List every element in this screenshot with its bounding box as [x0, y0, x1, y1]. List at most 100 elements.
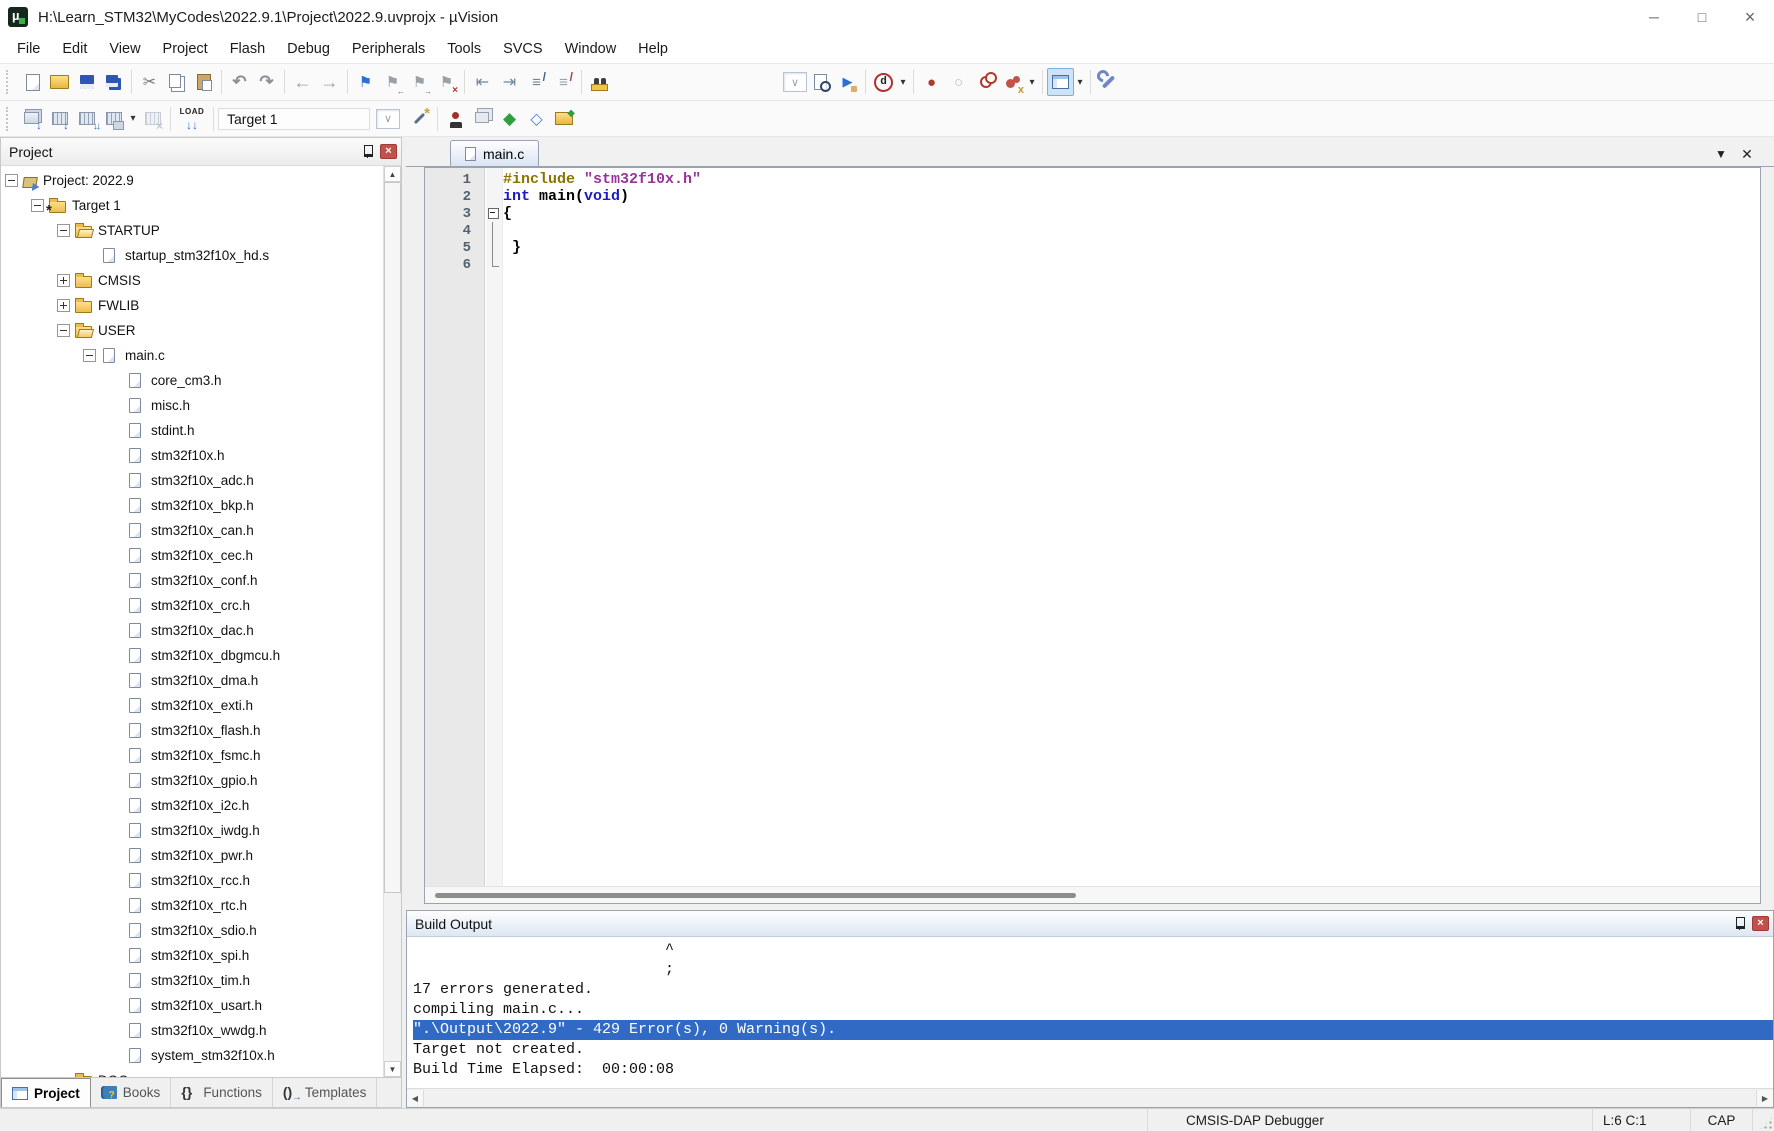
build-target-icon[interactable] [46, 105, 73, 133]
tree-item[interactable]: stm32f10x_crc.h [1, 593, 382, 618]
tree-expander[interactable] [109, 574, 122, 587]
tree-expander[interactable] [109, 1049, 122, 1062]
options-wand-icon[interactable] [406, 105, 433, 133]
new-file-icon[interactable] [19, 68, 46, 96]
menu-item[interactable]: View [98, 34, 151, 64]
project-tree-scrollbar[interactable]: ▲ ▼ [383, 166, 401, 1077]
tree-expander[interactable] [109, 599, 122, 612]
tree-item[interactable]: stm32f10x_adc.h [1, 468, 382, 493]
configure-icon[interactable] [1095, 68, 1122, 96]
dropdown-arrow-icon[interactable] [897, 68, 909, 96]
tree-item[interactable]: stm32f10x_usart.h [1, 993, 382, 1018]
tree-item[interactable]: stm32f10x_conf.h [1, 568, 382, 593]
tree-item[interactable]: system_stm32f10x.h [1, 1043, 382, 1068]
code-line[interactable]: 2int main(void) [425, 188, 1760, 205]
paste-icon[interactable] [190, 68, 217, 96]
tree-item[interactable]: core_cm3.h [1, 368, 382, 393]
toolbar-grip[interactable] [6, 107, 13, 131]
tree-item[interactable]: stm32f10x_rcc.h [1, 868, 382, 893]
build-output-line[interactable]: ^ [413, 940, 1773, 960]
manage-rte-icon[interactable] [496, 105, 523, 133]
dropdown-arrow-icon[interactable] [1074, 68, 1086, 96]
unindent-icon[interactable] [469, 68, 496, 96]
code-line[interactable]: 4 [425, 222, 1760, 239]
fold-collapse-icon[interactable] [479, 205, 503, 222]
toolbar-grip[interactable] [6, 70, 13, 94]
bookmark-next-icon[interactable] [406, 68, 433, 96]
indent-icon[interactable] [496, 68, 523, 96]
build-output-hscrollbar[interactable]: ◀ ▶ [407, 1088, 1773, 1107]
maximize-button[interactable]: □ [1678, 0, 1726, 34]
tree-expander[interactable] [109, 624, 122, 637]
tree-item[interactable]: stm32f10x_exti.h [1, 693, 382, 718]
pack-installer-icon[interactable] [550, 105, 577, 133]
editor-hscrollbar[interactable] [425, 886, 1760, 903]
tree-expander[interactable] [109, 974, 122, 987]
tree-expander[interactable] [109, 699, 122, 712]
menu-item[interactable]: Edit [51, 34, 98, 64]
target-combobox[interactable]: Target 1 [218, 108, 370, 130]
tree-expander[interactable] [109, 399, 122, 412]
menu-item[interactable]: Debug [276, 34, 341, 64]
target-combo-dropdown[interactable] [376, 109, 400, 129]
tree-item[interactable]: stm32f10x_rtc.h [1, 893, 382, 918]
dropdown-arrow-icon[interactable] [127, 105, 139, 133]
tree-expander[interactable] [57, 1074, 70, 1077]
menu-item[interactable]: Help [627, 34, 679, 64]
menu-item[interactable]: Flash [219, 34, 276, 64]
tree-expander[interactable] [57, 274, 70, 287]
save-file-icon[interactable] [73, 68, 100, 96]
build-output-line[interactable]: ".\Output\2022.9" - 429 Error(s), 0 Warn… [413, 1020, 1773, 1040]
tree-expander[interactable] [109, 474, 122, 487]
breakpoint-disable-all-icon[interactable] [972, 68, 999, 96]
cut-icon[interactable] [136, 68, 163, 96]
tree-item[interactable]: stm32f10x_spi.h [1, 943, 382, 968]
menu-item[interactable]: Peripherals [341, 34, 436, 64]
tree-expander[interactable] [109, 824, 122, 837]
tree-expander[interactable] [109, 724, 122, 737]
menu-item[interactable]: Project [152, 34, 219, 64]
tree-expander[interactable] [109, 499, 122, 512]
tree-expander[interactable] [109, 549, 122, 562]
tree-item[interactable]: stm32f10x_dbgmcu.h [1, 643, 382, 668]
code-line[interactable]: 1#include "stm32f10x.h" [425, 171, 1760, 188]
tree-item[interactable]: stm32f10x_dma.h [1, 668, 382, 693]
tree-item[interactable]: stdint.h [1, 418, 382, 443]
tree-item[interactable]: stm32f10x_wwdg.h [1, 1018, 382, 1043]
tree-item[interactable]: stm32f10x_pwr.h [1, 843, 382, 868]
undo-icon[interactable] [226, 68, 253, 96]
dropdown-arrow-icon[interactable] [1026, 68, 1038, 96]
tree-item[interactable]: startup_stm32f10x_hd.s [1, 243, 382, 268]
tree-item[interactable]: stm32f10x_i2c.h [1, 793, 382, 818]
incremental-find-icon[interactable] [834, 68, 861, 96]
tree-expander[interactable] [109, 374, 122, 387]
minimize-button[interactable]: ─ [1630, 0, 1678, 34]
lookup-icon[interactable] [870, 68, 897, 96]
tree-expander[interactable] [109, 449, 122, 462]
build-output-line[interactable]: Build Time Elapsed: 00:00:08 [413, 1060, 1773, 1080]
tree-expander[interactable] [109, 949, 122, 962]
manage-items-icon[interactable] [442, 105, 469, 133]
build-output-log[interactable]: ^ ; 17 errors generated. compiling main.… [407, 937, 1773, 1088]
tree-item[interactable]: USER [1, 318, 382, 343]
redo-icon[interactable] [253, 68, 280, 96]
tree-expander[interactable] [57, 224, 70, 237]
tree-item[interactable]: main.c [1, 343, 382, 368]
tree-expander[interactable] [109, 774, 122, 787]
pin-icon[interactable] [362, 144, 374, 159]
tree-expander[interactable] [109, 924, 122, 937]
tree-expander[interactable] [31, 199, 44, 212]
tree-expander[interactable] [109, 524, 122, 537]
batch-build-icon[interactable] [100, 105, 127, 133]
bookmark-prev-icon[interactable] [379, 68, 406, 96]
find-combobox[interactable] [783, 72, 807, 92]
tree-item[interactable]: stm32f10x_can.h [1, 518, 382, 543]
load-icon[interactable] [175, 105, 209, 133]
menu-item[interactable]: File [6, 34, 51, 64]
breakpoint-kill-all-icon[interactable] [999, 68, 1026, 96]
scrollbar-thumb[interactable] [384, 182, 401, 893]
select-packs-icon[interactable] [523, 105, 550, 133]
menu-item[interactable]: Tools [436, 34, 492, 64]
nav-back-icon[interactable] [289, 68, 316, 96]
code-line[interactable]: 5 } [425, 239, 1760, 256]
